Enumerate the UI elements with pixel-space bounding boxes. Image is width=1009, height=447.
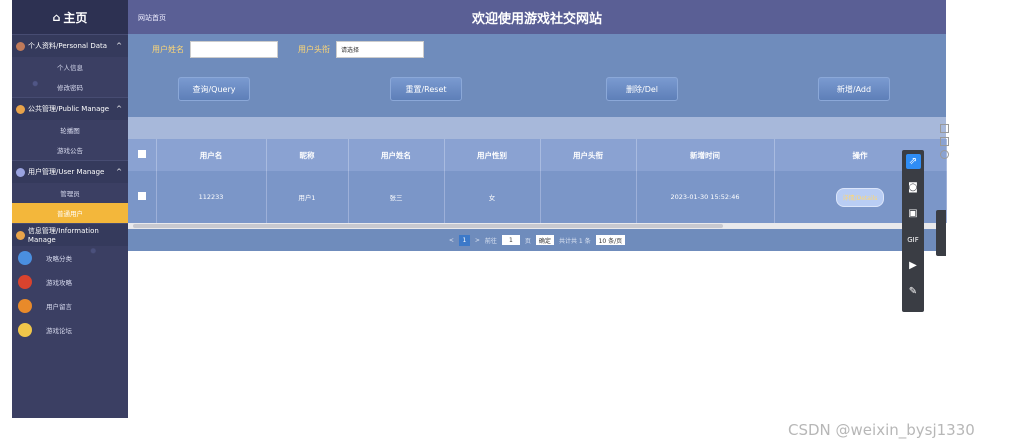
avatar-label: 用户头衔 xyxy=(298,45,330,54)
next-page-icon[interactable]: > xyxy=(475,237,480,244)
details-button[interactable]: 详情/Details xyxy=(835,187,885,207)
home-icon: ⌂ xyxy=(52,10,61,24)
row-checkbox[interactable] xyxy=(137,192,146,200)
name-label: 用户姓名 xyxy=(152,45,184,54)
sidebar-item-label: 游戏论坛 xyxy=(46,327,72,335)
name-input[interactable] xyxy=(190,41,278,58)
total-count: 共计共 1 条 xyxy=(558,237,591,245)
chevron-up-icon: ^ xyxy=(116,105,122,113)
planet-blue-icon xyxy=(18,251,32,265)
reset-button[interactable]: 重置/Reset xyxy=(390,77,462,101)
settings-icon[interactable] xyxy=(939,150,949,159)
watermark: CSDN @weixin_bysj1330 xyxy=(788,421,975,439)
cell-username: 112233 xyxy=(156,171,267,223)
info-icon xyxy=(16,230,25,240)
horizontal-scrollbar[interactable] xyxy=(128,223,946,229)
table-toolbar xyxy=(128,117,946,139)
table-header-row: 用户名 昵称 用户姓名 用户性别 用户头衔 新增时间 操作 xyxy=(128,139,947,171)
pen-icon[interactable]: ✎ xyxy=(906,284,921,299)
mini-toolbar xyxy=(939,124,949,164)
public-icon xyxy=(16,104,25,114)
page-size-select[interactable]: 10 条/页 xyxy=(595,235,626,245)
button-bar: 查询/Query 重置/Reset 删除/Del 新增/Add xyxy=(128,65,946,117)
user-table: 用户名 昵称 用户姓名 用户性别 用户头衔 新增时间 操作 112233 用户1… xyxy=(128,139,947,223)
print-icon[interactable] xyxy=(939,137,949,146)
video-icon[interactable]: ▶ xyxy=(906,258,921,273)
sidebar-item-guide-category[interactable]: 攻略分类 xyxy=(12,246,128,270)
share-icon[interactable]: ⇗ xyxy=(905,154,921,169)
gif-icon[interactable]: GIF xyxy=(906,232,921,247)
logo-text: 主页 xyxy=(63,10,88,25)
confirm-button[interactable]: 确定 xyxy=(535,235,554,245)
sidebar-group-public[interactable]: 公共管理/Public Manage ^ xyxy=(12,97,128,120)
col-title[interactable]: 用户头衔 xyxy=(540,139,637,171)
page-title: 欢迎使用游戏社交网站 xyxy=(471,12,602,27)
topbar: 网站首页 欢迎使用游戏社交网站 xyxy=(128,0,946,34)
select-all-checkbox[interactable] xyxy=(137,150,146,158)
planet-yellow-icon xyxy=(18,323,32,337)
chevron-up-icon: ^ xyxy=(116,168,122,176)
cell-created: 2023-01-30 15:52:46 xyxy=(636,171,775,223)
table-row[interactable]: 112233 用户1 张三 女 2023-01-30 15:52:46 详情/D… xyxy=(128,171,947,223)
sidebar-group-label: 个人资料/Personal Data xyxy=(28,42,108,50)
sidebar-item-admin[interactable]: 管理员 xyxy=(12,183,128,203)
sidebar-item-label: 用户留言 xyxy=(46,303,72,311)
page-number[interactable]: 1 xyxy=(458,234,470,246)
grid-icon[interactable] xyxy=(939,124,949,133)
sidebar-item-users[interactable]: 普通用户 xyxy=(12,203,128,223)
col-gender[interactable]: 用户性别 xyxy=(444,139,541,171)
sidebar-item-game-guide[interactable]: 游戏攻略 xyxy=(12,270,128,294)
gallery-icon[interactable]: ▣ xyxy=(906,206,921,221)
sidebar-item-label: 游戏攻略 xyxy=(46,279,72,287)
cell-gender: 女 xyxy=(444,171,541,223)
sidebar-logo[interactable]: ⌂ 主页 xyxy=(12,0,128,34)
sidebar-group-label: 用户管理/User Manage xyxy=(28,168,105,176)
chevron-up-icon: ^ xyxy=(116,42,122,50)
cell-title xyxy=(540,171,637,223)
delete-button[interactable]: 删除/Del xyxy=(606,77,678,101)
query-button[interactable]: 查询/Query xyxy=(178,77,250,101)
sidebar-item-personal-info[interactable]: 个人信息 xyxy=(12,57,128,77)
personal-icon xyxy=(16,41,25,51)
sidebar-item-carousel[interactable]: 轮播图 xyxy=(12,120,128,140)
avatar-select[interactable]: 请选择 xyxy=(336,41,424,58)
scrollbar-thumb[interactable] xyxy=(133,224,723,228)
planet-orange-icon xyxy=(18,299,32,313)
pagination: < 1 > 前往 1 页 确定 共计共 1 条 10 条/页 xyxy=(128,229,946,251)
prev-page-icon[interactable]: < xyxy=(449,237,454,244)
col-realname[interactable]: 用户姓名 xyxy=(348,139,445,171)
main-content: 网站首页 欢迎使用游戏社交网站 用户姓名 用户头衔 请选择 查询/Query 重… xyxy=(128,0,947,418)
cell-realname: 张三 xyxy=(348,171,445,223)
app-window: ⌂ 主页 个人资料/Personal Data ^ 个人信息 修改密码 公共管理… xyxy=(12,0,949,418)
sidebar-group-label: 公共管理/Public Manage xyxy=(28,105,110,113)
sidebar-item-label: 攻略分类 xyxy=(46,255,72,263)
filter-bar: 用户姓名 用户头衔 请选择 xyxy=(128,34,946,65)
goto-label: 前往 xyxy=(484,237,497,245)
row-select-cell[interactable] xyxy=(128,171,157,223)
planet-red-icon xyxy=(18,275,32,289)
floating-toolbar: ⇗ ◙ ▣ GIF ▶ ✎ xyxy=(902,150,924,312)
side-handle[interactable] xyxy=(936,210,946,256)
cell-nickname: 用户1 xyxy=(266,171,349,223)
sidebar-group-personal[interactable]: 个人资料/Personal Data ^ xyxy=(12,34,128,57)
sidebar-group-info[interactable]: 信息管理/Information Manage xyxy=(12,223,128,246)
add-button[interactable]: 新增/Add xyxy=(818,77,890,101)
col-username[interactable]: 用户名 xyxy=(156,139,267,171)
sidebar-item-forum[interactable]: 游戏论坛 xyxy=(12,318,128,342)
sidebar-group-label: 信息管理/Information Manage xyxy=(27,227,99,244)
col-nickname[interactable]: 昵称 xyxy=(266,139,349,171)
sidebar: ⌂ 主页 个人资料/Personal Data ^ 个人信息 修改密码 公共管理… xyxy=(12,0,128,418)
page-input[interactable]: 1 xyxy=(501,235,520,245)
col-created[interactable]: 新增时间 xyxy=(636,139,775,171)
page-unit: 页 xyxy=(524,237,531,245)
sidebar-item-announcement[interactable]: 游戏公告 xyxy=(12,140,128,160)
sidebar-group-user[interactable]: 用户管理/User Manage ^ xyxy=(12,160,128,183)
sidebar-item-change-password[interactable]: 修改密码 xyxy=(12,77,128,97)
sidebar-item-messages[interactable]: 用户留言 xyxy=(12,294,128,318)
camera-icon[interactable]: ◙ xyxy=(906,180,921,195)
select-all-cell[interactable] xyxy=(128,139,157,171)
user-icon xyxy=(16,167,25,177)
